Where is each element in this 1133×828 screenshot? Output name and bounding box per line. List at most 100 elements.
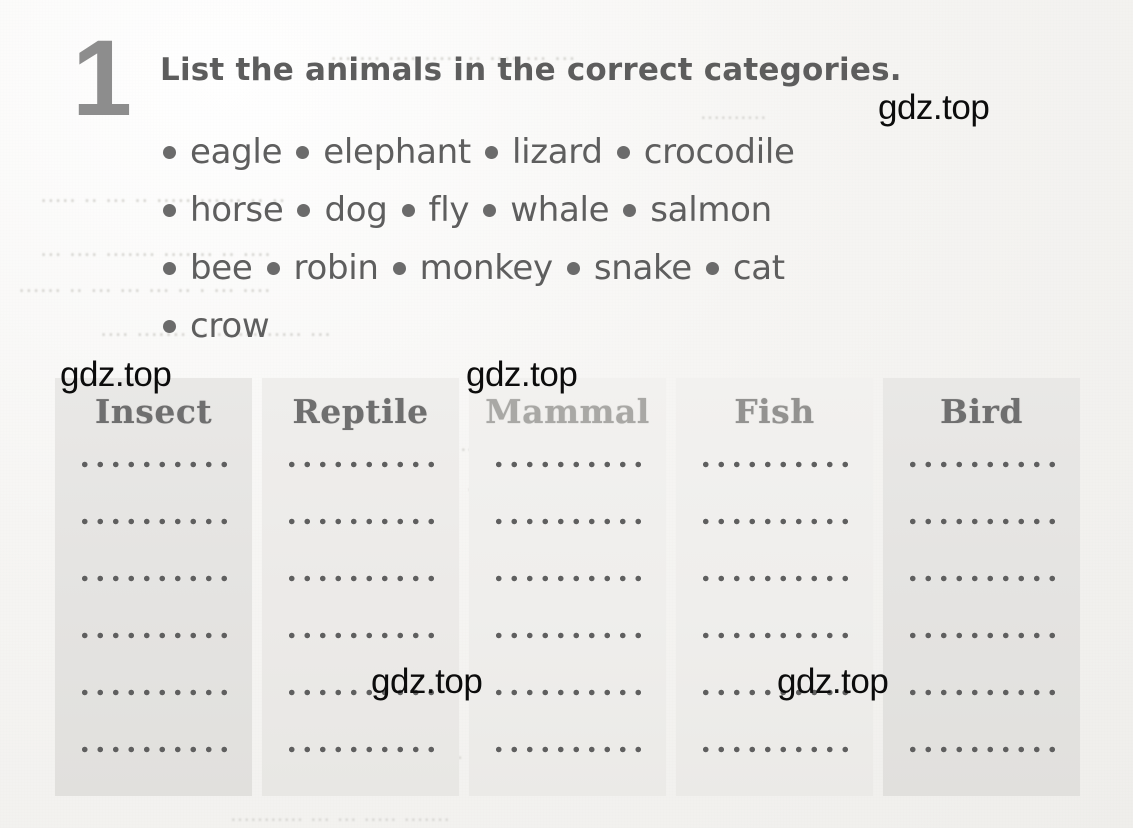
word-label: monkey bbox=[419, 248, 553, 288]
dotted-rule bbox=[904, 746, 1059, 753]
page-title: List the animals in the correct categori… bbox=[160, 52, 902, 88]
answer-line[interactable] bbox=[469, 632, 666, 689]
answer-line[interactable] bbox=[676, 746, 873, 803]
answer-line[interactable] bbox=[469, 746, 666, 803]
answer-line[interactable] bbox=[262, 632, 459, 689]
answer-line[interactable] bbox=[55, 689, 252, 746]
answer-line[interactable] bbox=[676, 461, 873, 518]
bullet-icon bbox=[296, 145, 310, 159]
bullet-icon bbox=[163, 145, 176, 159]
word-chip[interactable]: fly bbox=[388, 190, 469, 230]
answer-line[interactable] bbox=[469, 575, 666, 632]
answer-line[interactable] bbox=[262, 518, 459, 575]
category-column-insect: Insect bbox=[55, 378, 252, 796]
answer-lines bbox=[469, 461, 666, 803]
answer-line[interactable] bbox=[883, 746, 1080, 803]
answer-line[interactable] bbox=[262, 689, 459, 746]
dotted-rule bbox=[697, 461, 852, 468]
answer-line[interactable] bbox=[469, 461, 666, 518]
answer-line[interactable] bbox=[55, 518, 252, 575]
word-label: cat bbox=[732, 248, 785, 288]
bullet-icon bbox=[705, 261, 719, 275]
bullet-icon bbox=[616, 145, 630, 159]
answer-line[interactable] bbox=[883, 518, 1080, 575]
bullet-icon bbox=[483, 203, 497, 217]
dotted-rule bbox=[490, 746, 645, 753]
answer-line[interactable] bbox=[676, 632, 873, 689]
answer-line[interactable] bbox=[55, 575, 252, 632]
dotted-rule bbox=[283, 575, 438, 582]
dotted-rule bbox=[283, 746, 438, 753]
word-label: crow bbox=[190, 306, 270, 346]
answer-line[interactable] bbox=[676, 518, 873, 575]
answer-line[interactable] bbox=[469, 518, 666, 575]
word-bank-row: bee robin monkey snake cat bbox=[163, 248, 1003, 306]
answer-line[interactable] bbox=[55, 746, 252, 803]
dotted-rule bbox=[697, 518, 852, 525]
bullet-icon bbox=[266, 261, 280, 275]
word-chip[interactable]: robin bbox=[253, 248, 379, 288]
dotted-rule bbox=[697, 575, 852, 582]
word-bank-row: horse dog fly whale salmon bbox=[163, 190, 1003, 248]
word-label: salmon bbox=[650, 190, 772, 230]
word-chip[interactable]: horse bbox=[163, 190, 284, 230]
exercise-number: 1 bbox=[72, 17, 132, 138]
category-column-fish: Fish bbox=[676, 378, 873, 796]
word-bank-row: crow bbox=[163, 306, 1003, 364]
answer-line[interactable] bbox=[262, 575, 459, 632]
answer-line[interactable] bbox=[55, 632, 252, 689]
dotted-rule bbox=[76, 746, 231, 753]
word-chip[interactable]: dog bbox=[283, 190, 388, 230]
category-header: Bird bbox=[940, 392, 1023, 431]
dotted-rule bbox=[76, 461, 231, 468]
category-header: Reptile bbox=[292, 392, 429, 431]
answer-line[interactable] bbox=[676, 575, 873, 632]
word-chip[interactable]: bee bbox=[163, 248, 253, 288]
answer-line[interactable] bbox=[883, 461, 1080, 518]
word-chip[interactable]: lizard bbox=[471, 132, 603, 172]
dotted-rule bbox=[697, 689, 852, 696]
answer-line[interactable] bbox=[883, 632, 1080, 689]
bullet-icon bbox=[392, 261, 406, 275]
word-chip[interactable]: eagle bbox=[163, 132, 283, 172]
word-label: bee bbox=[190, 248, 253, 288]
dotted-rule bbox=[490, 689, 645, 696]
answer-lines bbox=[676, 461, 873, 803]
word-chip[interactable]: salmon bbox=[609, 190, 772, 230]
category-column-reptile: Reptile bbox=[262, 378, 459, 796]
answer-line[interactable] bbox=[883, 689, 1080, 746]
answer-line[interactable] bbox=[676, 689, 873, 746]
worksheet-page: ....... .... ..... .. .... ... .........… bbox=[0, 0, 1133, 828]
answer-line[interactable] bbox=[262, 461, 459, 518]
dotted-rule bbox=[697, 632, 852, 639]
word-chip[interactable]: monkey bbox=[379, 248, 553, 288]
word-chip[interactable]: whale bbox=[469, 190, 610, 230]
bullet-icon bbox=[163, 203, 176, 217]
word-chip[interactable]: cat bbox=[692, 248, 785, 288]
bullet-icon bbox=[163, 261, 176, 275]
word-label: horse bbox=[190, 190, 284, 230]
answer-line[interactable] bbox=[55, 461, 252, 518]
dotted-rule bbox=[490, 575, 645, 582]
watermark: gdz.top bbox=[878, 88, 990, 127]
word-label: dog bbox=[324, 190, 388, 230]
bullet-icon bbox=[484, 145, 498, 159]
word-label: robin bbox=[293, 248, 379, 288]
word-chip[interactable]: crow bbox=[163, 306, 270, 346]
answer-line[interactable] bbox=[262, 746, 459, 803]
word-chip[interactable]: crocodile bbox=[603, 132, 795, 172]
answer-line[interactable] bbox=[883, 575, 1080, 632]
dotted-rule bbox=[697, 746, 852, 753]
answer-lines bbox=[883, 461, 1080, 803]
dotted-rule bbox=[490, 461, 645, 468]
answer-line[interactable] bbox=[469, 689, 666, 746]
bullet-icon bbox=[163, 319, 176, 333]
dotted-rule bbox=[904, 689, 1059, 696]
word-label: crocodile bbox=[643, 132, 795, 172]
category-header: Mammal bbox=[485, 392, 650, 431]
dotted-rule bbox=[490, 632, 645, 639]
word-chip[interactable]: elephant bbox=[282, 132, 471, 172]
bullet-icon bbox=[401, 203, 415, 217]
word-chip[interactable]: snake bbox=[553, 248, 692, 288]
bullet-icon bbox=[623, 203, 637, 217]
